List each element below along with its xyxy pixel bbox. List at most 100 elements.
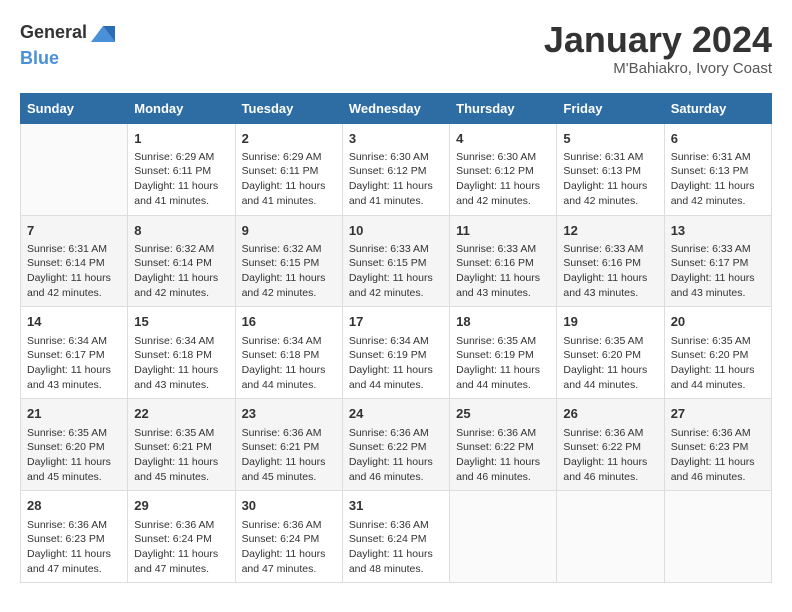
day-info: Sunrise: 6:36 AMSunset: 6:23 PMDaylight:… <box>27 518 121 577</box>
calendar-week-3: 14Sunrise: 6:34 AMSunset: 6:17 PMDayligh… <box>21 307 772 399</box>
day-number: 25 <box>456 405 550 423</box>
day-info: Sunrise: 6:29 AMSunset: 6:11 PMDaylight:… <box>242 150 336 209</box>
calendar-week-5: 28 Sunrise: 6:36 AMSunset: 6:23 PMDayligh… <box>21 491 772 583</box>
day-number: 19 <box>563 313 657 331</box>
day-info: Sunrise: 6:34 AMSunset: 6:18 PMDaylight:… <box>134 334 228 393</box>
day-number: 9 <box>242 222 336 240</box>
day-number: 22 <box>134 405 228 423</box>
calendar-cell-w3-d3: 16 Sunrise: 6:34 AMSunset: 6:18 PMDayligh… <box>235 307 342 399</box>
day-info: Sunrise: 6:35 AMSunset: 6:19 PMDaylight:… <box>456 334 550 393</box>
calendar-cell-w4-d4: 24 Sunrise: 6:36 AMSunset: 6:22 PMDayligh… <box>342 399 449 491</box>
day-number: 4 <box>456 130 550 148</box>
calendar-cell-w1-d3: 2 Sunrise: 6:29 AMSunset: 6:11 PMDaylight… <box>235 123 342 215</box>
day-number: 21 <box>27 405 121 423</box>
day-number: 26 <box>563 405 657 423</box>
day-info: Sunrise: 6:30 AMSunset: 6:12 PMDaylight:… <box>349 150 443 209</box>
calendar-cell-w2-d1: 7 Sunrise: 6:31 AMSunset: 6:14 PMDaylight… <box>21 215 128 307</box>
day-number: 31 <box>349 497 443 515</box>
logo-blue: Blue <box>20 48 59 68</box>
day-info: Sunrise: 6:36 AMSunset: 6:21 PMDaylight:… <box>242 426 336 485</box>
day-number: 28 <box>27 497 121 515</box>
calendar-cell-w4-d5: 25Sunrise: 6:36 AMSunset: 6:22 PMDayligh… <box>450 399 557 491</box>
calendar-cell-w3-d2: 15Sunrise: 6:34 AMSunset: 6:18 PMDayligh… <box>128 307 235 399</box>
day-info: Sunrise: 6:30 AMSunset: 6:12 PMDaylight:… <box>456 150 550 209</box>
day-info: Sunrise: 6:32 AMSunset: 6:15 PMDaylight:… <box>242 242 336 301</box>
col-friday: Friday <box>557 93 664 123</box>
day-info: Sunrise: 6:35 AMSunset: 6:20 PMDaylight:… <box>563 334 657 393</box>
day-info: Sunrise: 6:31 AMSunset: 6:13 PMDaylight:… <box>671 150 765 209</box>
day-info: Sunrise: 6:29 AMSunset: 6:11 PMDaylight:… <box>134 150 228 209</box>
calendar-cell-w1-d6: 5 Sunrise: 6:31 AMSunset: 6:13 PMDaylight… <box>557 123 664 215</box>
logo-text: General Blue <box>20 20 117 69</box>
calendar-cell-w2-d6: 12Sunrise: 6:33 AMSunset: 6:16 PMDayligh… <box>557 215 664 307</box>
day-info: Sunrise: 6:36 AMSunset: 6:24 PMDaylight:… <box>242 518 336 577</box>
calendar-cell-w5-d6 <box>557 491 664 583</box>
day-number: 16 <box>242 313 336 331</box>
calendar-cell-w3-d4: 17 Sunrise: 6:34 AMSunset: 6:19 PMDayligh… <box>342 307 449 399</box>
day-info: Sunrise: 6:33 AMSunset: 6:17 PMDaylight:… <box>671 242 765 301</box>
day-number: 7 <box>27 222 121 240</box>
calendar-cell-w4-d3: 23Sunrise: 6:36 AMSunset: 6:21 PMDayligh… <box>235 399 342 491</box>
calendar-header-row: Sunday Monday Tuesday Wednesday Thursday… <box>21 93 772 123</box>
calendar-cell-w3-d1: 14Sunrise: 6:34 AMSunset: 6:17 PMDayligh… <box>21 307 128 399</box>
day-info: Sunrise: 6:34 AMSunset: 6:19 PMDaylight:… <box>349 334 443 393</box>
calendar-cell-w4-d2: 22Sunrise: 6:35 AMSunset: 6:21 PMDayligh… <box>128 399 235 491</box>
day-number: 2 <box>242 130 336 148</box>
calendar-week-1: 1 Sunrise: 6:29 AMSunset: 6:11 PMDaylight… <box>21 123 772 215</box>
page-header: General Blue January 2024 M'Bahiakro, Iv… <box>20 20 772 77</box>
day-number: 18 <box>456 313 550 331</box>
day-info: Sunrise: 6:36 AMSunset: 6:24 PMDaylight:… <box>349 518 443 577</box>
calendar-week-4: 21 Sunrise: 6:35 AMSunset: 6:20 PMDayligh… <box>21 399 772 491</box>
calendar-cell-w5-d7 <box>664 491 771 583</box>
month-year: January 2024 <box>544 20 772 60</box>
calendar-week-2: 7 Sunrise: 6:31 AMSunset: 6:14 PMDaylight… <box>21 215 772 307</box>
calendar-cell-w1-d5: 4 Sunrise: 6:30 AMSunset: 6:12 PMDaylight… <box>450 123 557 215</box>
day-number: 6 <box>671 130 765 148</box>
day-number: 14 <box>27 313 121 331</box>
day-number: 5 <box>563 130 657 148</box>
calendar-cell-w3-d6: 19 Sunrise: 6:35 AMSunset: 6:20 PMDayligh… <box>557 307 664 399</box>
day-number: 8 <box>134 222 228 240</box>
calendar-cell-w1-d4: 3 Sunrise: 6:30 AMSunset: 6:12 PMDaylight… <box>342 123 449 215</box>
day-info: Sunrise: 6:35 AMSunset: 6:20 PMDaylight:… <box>671 334 765 393</box>
day-number: 24 <box>349 405 443 423</box>
day-info: Sunrise: 6:31 AMSunset: 6:14 PMDaylight:… <box>27 242 121 301</box>
day-number: 17 <box>349 313 443 331</box>
day-info: Sunrise: 6:36 AMSunset: 6:24 PMDaylight:… <box>134 518 228 577</box>
col-tuesday: Tuesday <box>235 93 342 123</box>
calendar-cell-w5-d3: 30 Sunrise: 6:36 AMSunset: 6:24 PMDayligh… <box>235 491 342 583</box>
calendar-cell-w3-d7: 20 Sunrise: 6:35 AMSunset: 6:20 PMDayligh… <box>664 307 771 399</box>
day-info: Sunrise: 6:31 AMSunset: 6:13 PMDaylight:… <box>563 150 657 209</box>
calendar-cell-w2-d5: 11Sunrise: 6:33 AMSunset: 6:16 PMDayligh… <box>450 215 557 307</box>
col-sunday: Sunday <box>21 93 128 123</box>
calendar-table: Sunday Monday Tuesday Wednesday Thursday… <box>20 93 772 584</box>
calendar-cell-w2-d7: 13Sunrise: 6:33 AMSunset: 6:17 PMDayligh… <box>664 215 771 307</box>
calendar-cell-w5-d5 <box>450 491 557 583</box>
location: M'Bahiakro, Ivory Coast <box>544 60 772 77</box>
calendar-cell-w1-d1 <box>21 123 128 215</box>
col-saturday: Saturday <box>664 93 771 123</box>
calendar-cell-w2-d3: 9 Sunrise: 6:32 AMSunset: 6:15 PMDaylight… <box>235 215 342 307</box>
day-info: Sunrise: 6:36 AMSunset: 6:22 PMDaylight:… <box>349 426 443 485</box>
calendar-cell-w2-d2: 8 Sunrise: 6:32 AMSunset: 6:14 PMDaylight… <box>128 215 235 307</box>
day-number: 1 <box>134 130 228 148</box>
col-thursday: Thursday <box>450 93 557 123</box>
day-info: Sunrise: 6:34 AMSunset: 6:18 PMDaylight:… <box>242 334 336 393</box>
day-number: 29 <box>134 497 228 515</box>
col-wednesday: Wednesday <box>342 93 449 123</box>
logo-general: General <box>20 22 87 42</box>
day-number: 20 <box>671 313 765 331</box>
logo-icon <box>89 20 117 48</box>
day-number: 10 <box>349 222 443 240</box>
day-number: 27 <box>671 405 765 423</box>
day-info: Sunrise: 6:35 AMSunset: 6:20 PMDaylight:… <box>27 426 121 485</box>
day-info: Sunrise: 6:32 AMSunset: 6:14 PMDaylight:… <box>134 242 228 301</box>
calendar-cell-w2-d4: 10Sunrise: 6:33 AMSunset: 6:15 PMDayligh… <box>342 215 449 307</box>
col-monday: Monday <box>128 93 235 123</box>
calendar-cell-w1-d2: 1 Sunrise: 6:29 AMSunset: 6:11 PMDaylight… <box>128 123 235 215</box>
calendar-cell-w5-d1: 28 Sunrise: 6:36 AMSunset: 6:23 PMDayligh… <box>21 491 128 583</box>
day-number: 30 <box>242 497 336 515</box>
day-info: Sunrise: 6:36 AMSunset: 6:23 PMDaylight:… <box>671 426 765 485</box>
day-number: 3 <box>349 130 443 148</box>
calendar-cell-w5-d2: 29 Sunrise: 6:36 AMSunset: 6:24 PMDayligh… <box>128 491 235 583</box>
